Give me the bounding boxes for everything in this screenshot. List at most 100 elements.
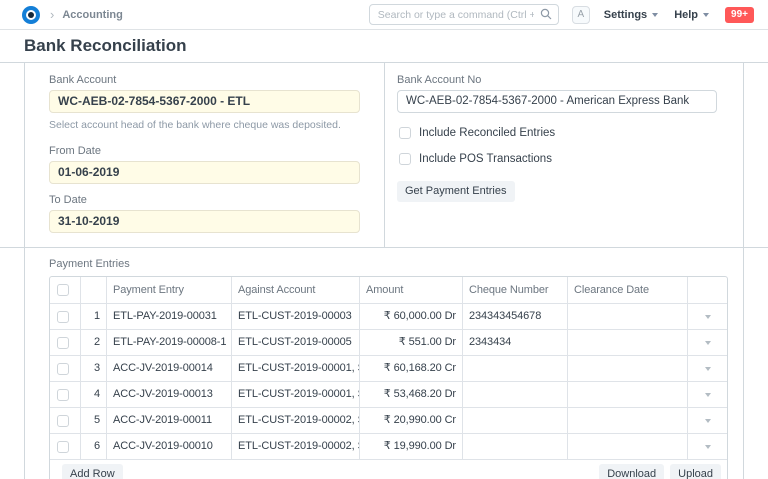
- upload-button[interactable]: Upload: [670, 464, 721, 479]
- row-expand-button[interactable]: [687, 433, 727, 459]
- bank-account-no-label: Bank Account No: [397, 74, 717, 86]
- cell-amount[interactable]: ₹ 19,990.00 Dr: [359, 433, 462, 459]
- breadcrumb-chevron-icon: ›: [50, 7, 54, 22]
- cell-cheque-number[interactable]: [462, 407, 567, 433]
- chevron-down-icon: [705, 445, 711, 449]
- cell-payment-entry[interactable]: ACC-JV-2019-00011: [106, 407, 231, 433]
- cell-amount[interactable]: ₹ 551.00 Dr: [359, 329, 462, 355]
- table-row: 3 ACC-JV-2019-00014 ETL-CUST-2019-00001,…: [50, 355, 727, 381]
- bank-account-field[interactable]: WC-AEB-02-7854-5367-2000 - ETL: [49, 90, 360, 113]
- app-logo-icon[interactable]: [22, 6, 40, 24]
- chevron-down-icon: [705, 419, 711, 423]
- cell-payment-entry[interactable]: ETL-PAY-2019-00031: [106, 303, 231, 329]
- column-header-against-account[interactable]: Against Account: [231, 277, 359, 303]
- cell-cheque-number[interactable]: [462, 381, 567, 407]
- cell-payment-entry[interactable]: ACC-JV-2019-00013: [106, 381, 231, 407]
- payment-entries-table: Payment Entry Against Account Amount Che…: [49, 276, 728, 479]
- cell-against-account[interactable]: ETL-CUST-2019-00001, S...: [231, 355, 359, 381]
- cell-against-account[interactable]: ETL-CUST-2019-00001, S...: [231, 381, 359, 407]
- payment-entries-label: Payment Entries: [49, 258, 728, 270]
- select-all-checkbox[interactable]: [57, 284, 69, 296]
- cell-clearance-date[interactable]: [567, 381, 687, 407]
- row-index: 3: [80, 355, 106, 381]
- include-pos-transactions-label: Include POS Transactions: [419, 153, 552, 165]
- settings-label: Settings: [604, 9, 647, 21]
- get-payment-entries-button[interactable]: Get Payment Entries: [397, 181, 515, 202]
- row-checkbox[interactable]: [57, 415, 69, 427]
- search-input[interactable]: [369, 4, 559, 25]
- row-checkbox[interactable]: [57, 441, 69, 453]
- row-expand-button[interactable]: [687, 355, 727, 381]
- download-button[interactable]: Download: [599, 464, 664, 479]
- cell-payment-entry[interactable]: ACC-JV-2019-00014: [106, 355, 231, 381]
- index-column-header: [80, 277, 106, 303]
- bank-account-no-field[interactable]: WC-AEB-02-7854-5367-2000 - American Expr…: [397, 90, 717, 113]
- help-menu[interactable]: Help: [674, 9, 709, 21]
- breadcrumb[interactable]: Accounting: [62, 9, 123, 21]
- table-row: 4 ACC-JV-2019-00013 ETL-CUST-2019-00001,…: [50, 381, 727, 407]
- row-checkbox[interactable]: [57, 311, 69, 323]
- cell-cheque-number[interactable]: [462, 433, 567, 459]
- from-date-label: From Date: [49, 145, 360, 157]
- cell-payment-entry[interactable]: ACC-JV-2019-00010: [106, 433, 231, 459]
- cell-amount[interactable]: ₹ 53,468.20 Dr: [359, 381, 462, 407]
- bank-account-label: Bank Account: [49, 74, 360, 86]
- cell-clearance-date[interactable]: [567, 355, 687, 381]
- cell-amount[interactable]: ₹ 20,990.00 Cr: [359, 407, 462, 433]
- include-pos-transactions-checkbox[interactable]: [399, 153, 411, 165]
- row-checkbox[interactable]: [57, 389, 69, 401]
- notification-badge[interactable]: 99+: [725, 7, 754, 23]
- column-header-clearance-date[interactable]: Clearance Date: [567, 277, 687, 303]
- table-row: 2 ETL-PAY-2019-00008-1 ETL-CUST-2019-000…: [50, 329, 727, 355]
- app-logo-dot: [28, 12, 34, 18]
- table-row: 6 ACC-JV-2019-00010 ETL-CUST-2019-00002,…: [50, 433, 727, 459]
- row-checkbox[interactable]: [57, 337, 69, 349]
- chevron-down-icon: [705, 315, 711, 319]
- cell-against-account[interactable]: ETL-CUST-2019-00002, S...: [231, 407, 359, 433]
- cell-amount[interactable]: ₹ 60,168.20 Cr: [359, 355, 462, 381]
- cell-cheque-number[interactable]: 234343454678: [462, 303, 567, 329]
- row-index: 4: [80, 381, 106, 407]
- table-row: 5 ACC-JV-2019-00011 ETL-CUST-2019-00002,…: [50, 407, 727, 433]
- to-date-label: To Date: [49, 194, 360, 206]
- cell-payment-entry[interactable]: ETL-PAY-2019-00008-1: [106, 329, 231, 355]
- cell-clearance-date[interactable]: [567, 303, 687, 329]
- row-checkbox[interactable]: [57, 363, 69, 375]
- row-expand-button[interactable]: [687, 329, 727, 355]
- cell-amount[interactable]: ₹ 60,000.00 Dr: [359, 303, 462, 329]
- column-header-cheque-number[interactable]: Cheque Number: [462, 277, 567, 303]
- column-header-payment-entry[interactable]: Payment Entry: [106, 277, 231, 303]
- app-logo-inner-ring: [26, 10, 36, 20]
- settings-menu[interactable]: Settings: [604, 9, 658, 21]
- avatar[interactable]: A: [572, 6, 590, 24]
- form-right-column: Bank Account No WC-AEB-02-7854-5367-2000…: [384, 63, 743, 247]
- row-index: 1: [80, 303, 106, 329]
- from-date-field[interactable]: 01-06-2019: [49, 161, 360, 184]
- cell-cheque-number[interactable]: [462, 355, 567, 381]
- cell-clearance-date[interactable]: [567, 329, 687, 355]
- search-icon: [540, 8, 552, 20]
- help-label: Help: [674, 9, 698, 21]
- add-row-button[interactable]: Add Row: [62, 464, 123, 479]
- row-index: 2: [80, 329, 106, 355]
- chevron-down-icon: [703, 13, 709, 17]
- cell-against-account[interactable]: ETL-CUST-2019-00002, S...: [231, 433, 359, 459]
- cell-against-account[interactable]: ETL-CUST-2019-00005: [231, 329, 359, 355]
- chevron-down-icon: [652, 13, 658, 17]
- cell-cheque-number[interactable]: 2343434: [462, 329, 567, 355]
- chevron-down-icon: [705, 367, 711, 371]
- to-date-field[interactable]: 31-10-2019: [49, 210, 360, 233]
- cell-clearance-date[interactable]: [567, 433, 687, 459]
- table-row: 1 ETL-PAY-2019-00031 ETL-CUST-2019-00003…: [50, 303, 727, 329]
- column-header-actions: [687, 277, 727, 303]
- payment-entries-section: Payment Entries Payment Entry Against Ac…: [0, 247, 768, 479]
- cell-against-account[interactable]: ETL-CUST-2019-00003: [231, 303, 359, 329]
- form-left-column: Bank Account WC-AEB-02-7854-5367-2000 - …: [25, 63, 384, 247]
- include-reconciled-entries-checkbox[interactable]: [399, 127, 411, 139]
- cell-clearance-date[interactable]: [567, 407, 687, 433]
- include-reconciled-entries-label: Include Reconciled Entries: [419, 127, 555, 139]
- row-expand-button[interactable]: [687, 381, 727, 407]
- row-expand-button[interactable]: [687, 407, 727, 433]
- row-expand-button[interactable]: [687, 303, 727, 329]
- column-header-amount[interactable]: Amount: [359, 277, 462, 303]
